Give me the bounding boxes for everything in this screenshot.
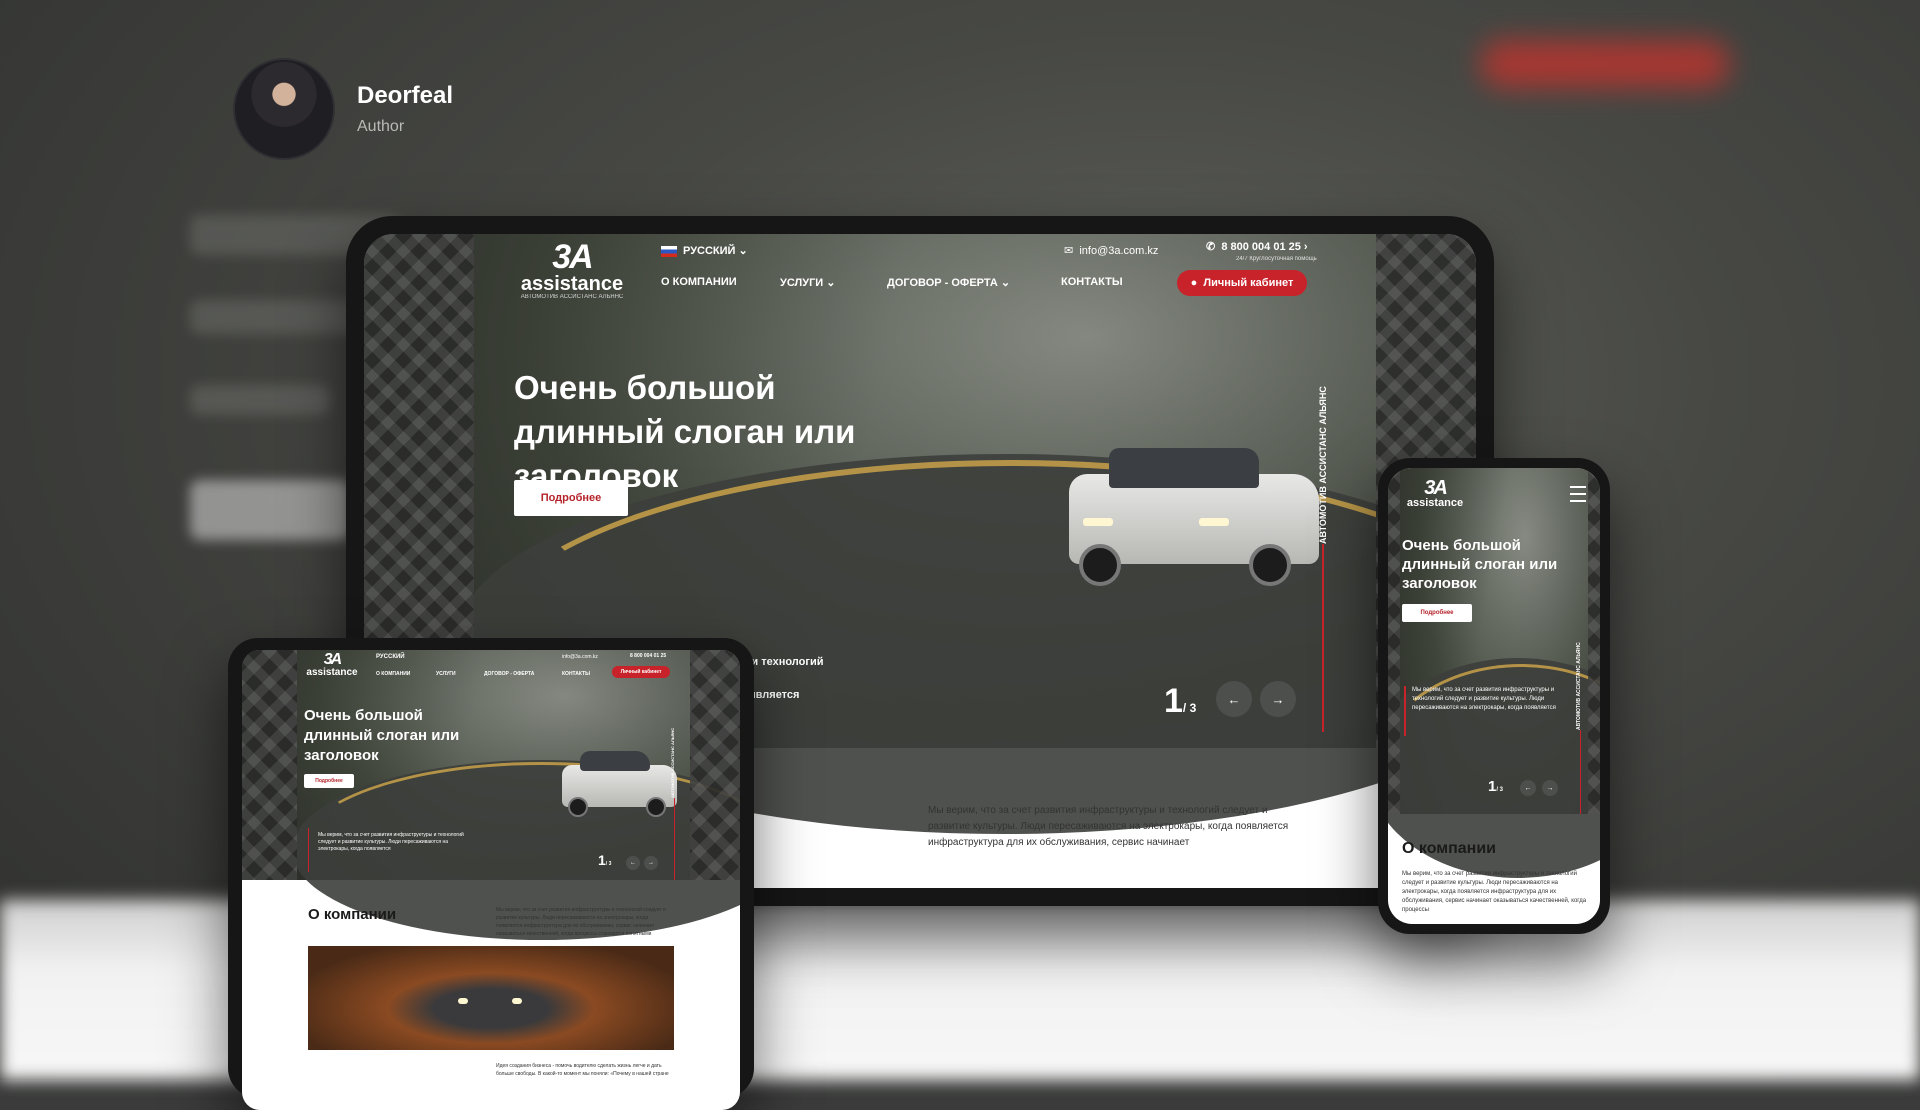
- phone-headline: Очень большой длинный слоган или заголов…: [1402, 537, 1558, 592]
- phone-red-line: [1404, 686, 1406, 736]
- backdrop-shape: [190, 300, 360, 334]
- language-select[interactable]: РУССКИЙ ⌄: [661, 244, 748, 257]
- tablet-nav-contacts[interactable]: КОНТАКТЫ: [562, 671, 590, 677]
- phone-about-title: О компании: [1402, 840, 1496, 857]
- phone-device: 3A assistance Очень большой длинный слог…: [1378, 458, 1610, 934]
- nav-about[interactable]: О КОМПАНИИ: [661, 276, 737, 288]
- author-role: Author: [357, 118, 405, 135]
- arrow-left-icon[interactable]: ←: [626, 856, 640, 870]
- arrow-left-icon[interactable]: ←: [1216, 681, 1252, 717]
- chevron-down-icon: ⌄: [738, 245, 748, 257]
- site-logo[interactable]: 3A assistance АВТОМОТИВ АССИСТАНС АЛЬЯНС: [514, 240, 630, 300]
- about-paragraph: Мы верим, что за счет развития инфрастру…: [928, 805, 1289, 848]
- tablet-red-line: [674, 798, 675, 880]
- tablet-more-button[interactable]: Подробнее: [304, 774, 354, 788]
- tablet-about-text: Мы верим, что за счет развития инфрастру…: [496, 907, 666, 937]
- nav-services[interactable]: УСЛУГИ ⌄: [780, 276, 836, 289]
- tablet-device: 3A assistance РУССКИЙ info@3a.com.kz 8 8…: [228, 638, 754, 1110]
- phone-vertical-label: АВТОМОТИВ АССИСТАНС АЛЬЯНС: [1576, 642, 1582, 730]
- arrow-right-icon[interactable]: →: [1260, 681, 1296, 717]
- user-icon: ●: [1190, 277, 1198, 289]
- tablet-logo[interactable]: 3A assistance: [304, 652, 360, 678]
- phone-hero-text: Мы верим, что за счет развития инфрастру…: [1412, 687, 1556, 711]
- hero-headline: Очень большой длинный слоган или заголов…: [514, 369, 856, 494]
- flag-ru-icon: [661, 245, 677, 257]
- phone-more-button[interactable]: Подробнее: [1402, 604, 1472, 622]
- phone-screen: 3A assistance Очень большой длинный слог…: [1388, 468, 1600, 924]
- phone-icon: ✆: [1206, 241, 1216, 253]
- phone-about-text: Мы верим, что за счет развития инфрастру…: [1402, 871, 1587, 913]
- phone-link[interactable]: ✆ 8 800 004 01 25 ›: [1206, 240, 1308, 253]
- more-button[interactable]: Подробнее: [514, 480, 628, 516]
- vertical-label: АВТОМОТИВ АССИСТАНС АЛЬЯНС: [1318, 386, 1328, 544]
- phone-logo[interactable]: 3A assistance: [1402, 478, 1468, 509]
- arrow-right-icon[interactable]: →: [644, 856, 658, 870]
- tablet-phone[interactable]: 8 800 004 01 25: [630, 653, 666, 659]
- tablet-red-line: [308, 828, 309, 872]
- tablet-email[interactable]: info@3a.com.kz: [562, 654, 598, 660]
- chevron-down-icon: ⌄: [1000, 277, 1011, 289]
- author-card: Deorfeal Author: [233, 58, 453, 160]
- mail-icon: ✉: [1064, 245, 1074, 257]
- nav-offer[interactable]: ДОГОВОР - ОФЕРТА ⌄: [887, 276, 1010, 289]
- chevron-down-icon: ⌄: [826, 277, 836, 289]
- tablet-nav-offer[interactable]: ДОГОВОР - ОФЕРТА: [484, 671, 534, 677]
- vertical-red-line: [1322, 544, 1324, 732]
- phone-slide-counter: 1/ 3: [1488, 778, 1504, 795]
- tablet-language[interactable]: РУССКИЙ: [376, 654, 405, 660]
- arrow-left-icon[interactable]: ←: [1520, 780, 1536, 796]
- phone-hero: 3A assistance Очень большой длинный слог…: [1388, 468, 1600, 878]
- avatar: [233, 58, 335, 160]
- menu-icon[interactable]: [1570, 486, 1586, 502]
- nav-contacts[interactable]: КОНТАКТЫ: [1061, 276, 1123, 288]
- backdrop-shape: [190, 385, 330, 415]
- tablet-vertical-label: АВТОМОТИВ АССИСТАНС АЛЬЯНС: [670, 727, 675, 798]
- tablet-hero: 3A assistance РУССКИЙ info@3a.com.kz 8 8…: [242, 650, 740, 940]
- tablet-about-image: [308, 946, 674, 1050]
- tablet-car-image: [562, 745, 682, 825]
- tablet-slide-counter: 1/ 3: [598, 852, 612, 868]
- author-name: Deorfeal: [357, 82, 454, 109]
- tablet-nav-about[interactable]: О КОМПАНИИ: [376, 671, 410, 677]
- phone-note: 24/7 Круглосуточная помощь: [1236, 256, 1317, 262]
- tablet-nav-services[interactable]: УСЛУГИ: [436, 671, 456, 677]
- backdrop-red-shape: [1480, 40, 1730, 88]
- tablet-account-button[interactable]: Личный кабинет: [612, 666, 670, 678]
- tablet-screen: 3A assistance РУССКИЙ info@3a.com.kz 8 8…: [242, 650, 740, 1110]
- phone-red-line: [1580, 730, 1581, 814]
- slide-counter: 1/ 3: [1164, 682, 1197, 720]
- tablet-about-title: О компании: [308, 906, 397, 923]
- tablet-hero-text: Мы верим, что за счет развития инфрастру…: [318, 832, 464, 852]
- tablet-below-text: Идея создания бизнеса - помочь водителю …: [496, 1063, 669, 1077]
- email-link[interactable]: ✉ info@3a.com.kz: [1064, 244, 1158, 257]
- tablet-headline: Очень большой длинный слоган или заголов…: [304, 707, 460, 764]
- backdrop-shape: [190, 480, 350, 540]
- hero-car-image: [1069, 434, 1329, 594]
- account-button[interactable]: ● Личный кабинет: [1177, 270, 1307, 296]
- arrow-right-icon[interactable]: →: [1542, 780, 1558, 796]
